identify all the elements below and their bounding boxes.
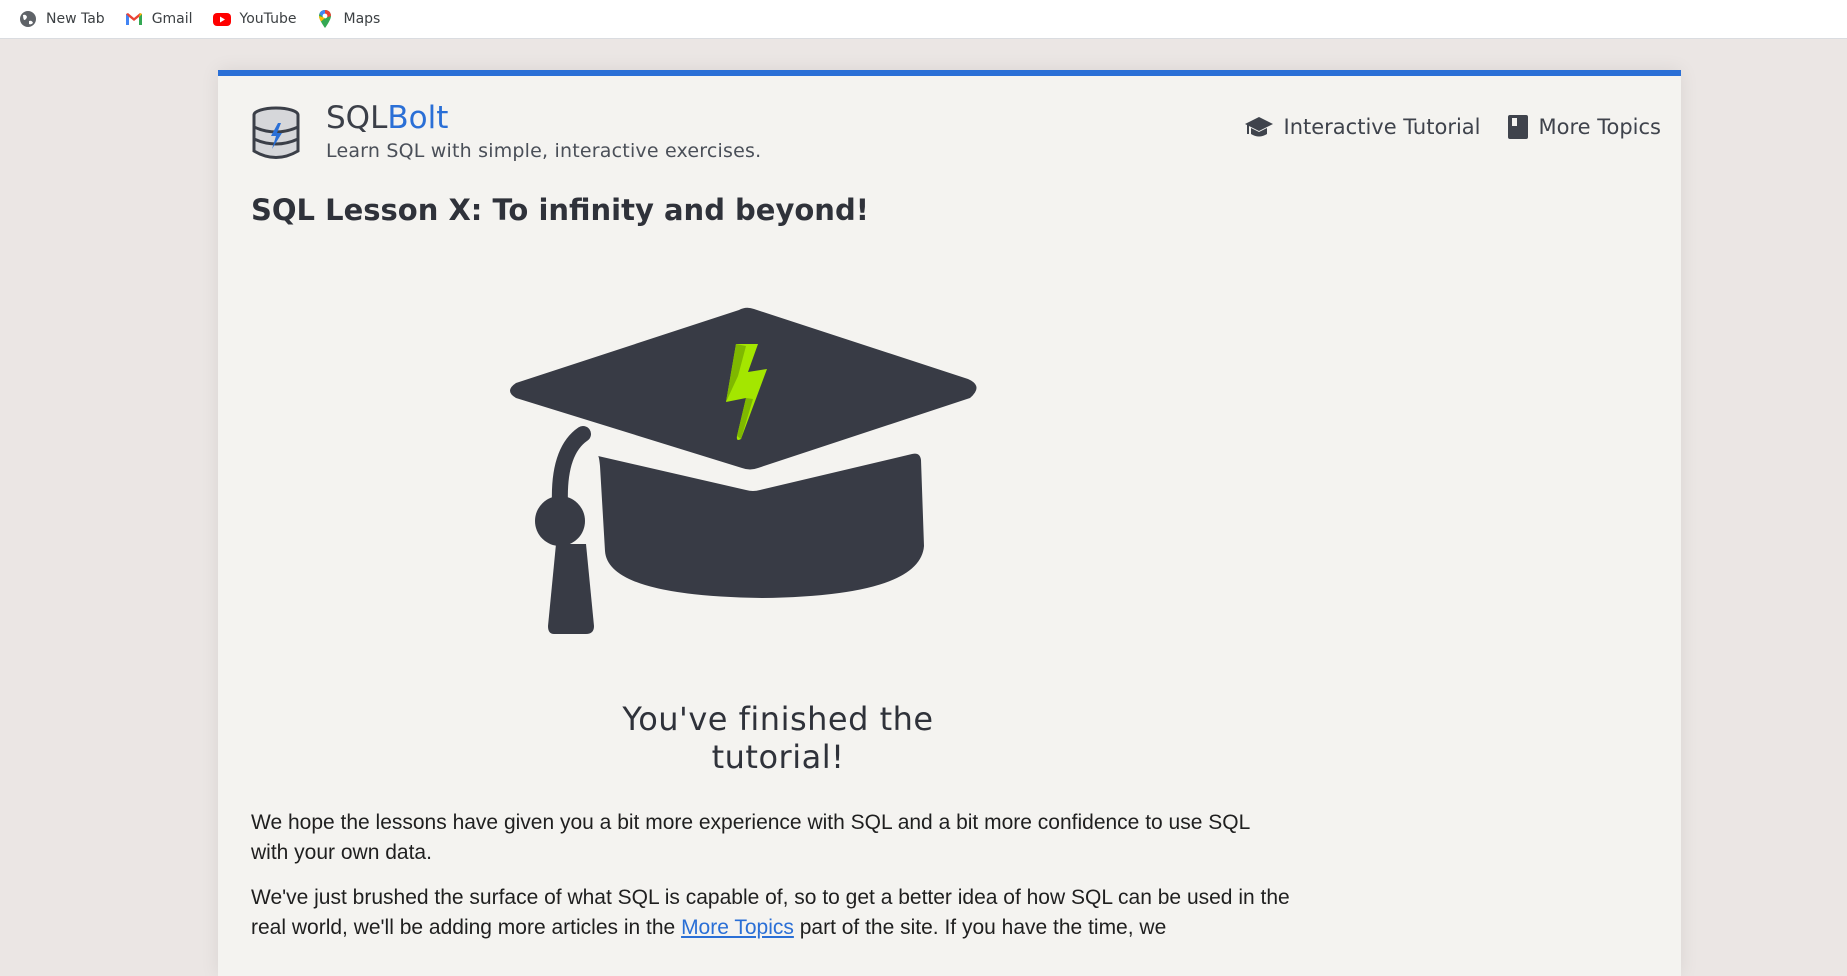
brand-sql: SQL (326, 100, 388, 136)
bookmark-new-tab[interactable]: New Tab (18, 9, 105, 29)
nav-label: Interactive Tutorial (1283, 115, 1481, 139)
content-card: SQLBolt Learn SQL with simple, interacti… (218, 70, 1681, 976)
book-icon (1507, 115, 1528, 139)
graduation-cap-icon (1244, 117, 1273, 137)
bookmark-label: YouTube (239, 11, 297, 27)
globe-icon (20, 11, 36, 27)
nav-label: More Topics (1538, 115, 1662, 139)
brand-name[interactable]: SQLBolt (326, 100, 448, 136)
maps-icon (319, 10, 332, 28)
more-topics-link[interactable]: More Topics (681, 916, 794, 939)
bookmark-gmail[interactable]: Gmail (124, 9, 193, 29)
nav-interactive-tutorial[interactable]: Interactive Tutorial (1244, 115, 1481, 139)
brand-bolt: Bolt (387, 100, 449, 136)
youtube-icon (212, 13, 231, 26)
bookmark-label: Gmail (151, 11, 193, 27)
bookmark-youtube[interactable]: YouTube (212, 9, 297, 29)
sqlbolt-logo-icon[interactable] (251, 106, 301, 160)
paragraph-intro: We hope the lessons have given you a bit… (251, 811, 1250, 864)
bookmarks-bar: New Tab Gmail YouTube Maps (0, 0, 1847, 39)
tagline: Learn SQL with simple, interactive exerc… (326, 140, 762, 162)
paragraph-more: We've just brushed the surface of what S… (251, 883, 1291, 943)
bookmark-maps[interactable]: Maps (315, 9, 380, 29)
bookmark-label: New Tab (46, 11, 105, 27)
paragraph-text: part of the site. If you have the time, … (793, 916, 1167, 939)
top-nav: Interactive Tutorial More Topics (1218, 114, 1662, 140)
lesson-title: SQL Lesson X: To infinity and beyond! (251, 193, 869, 227)
gmail-icon (125, 13, 142, 25)
nav-more-topics[interactable]: More Topics (1507, 114, 1662, 140)
graduation-cap-illustration (510, 307, 977, 634)
finished-message: You've finished the tutorial! (622, 700, 934, 776)
bookmark-label: Maps (343, 11, 381, 27)
